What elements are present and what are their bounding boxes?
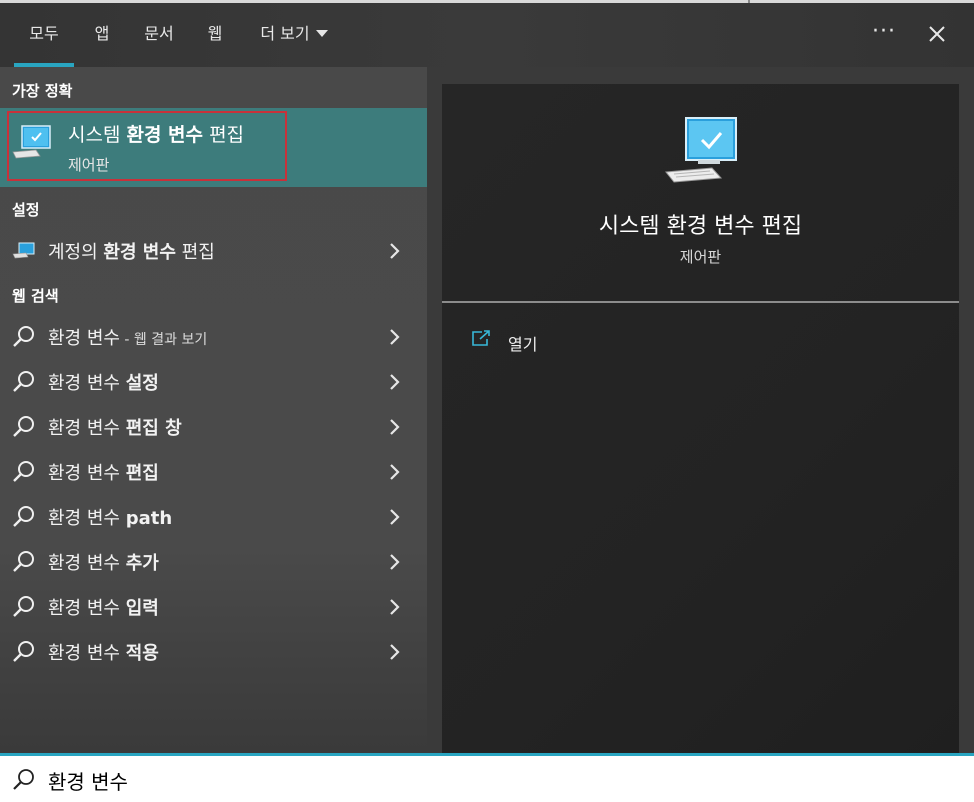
- search-icon: [12, 767, 36, 795]
- search-icon: [12, 370, 36, 396]
- results-panel: 가장 정확 시스템 환경 변수 편집 제어판 설정 계정의 환경 변수 편집 웹…: [0, 67, 427, 753]
- web-result-item[interactable]: 환경 변수 편집 창: [0, 404, 427, 448]
- chevron-right-icon: [388, 552, 402, 576]
- search-scope-tabs: 모두 앱 문서 웹 더 보기: [0, 3, 974, 67]
- settings-item-account-env[interactable]: 계정의 환경 변수 편집: [0, 228, 427, 272]
- tab-more-label: 더 보기: [260, 24, 310, 43]
- search-icon: [12, 325, 36, 351]
- best-match-item[interactable]: 시스템 환경 변수 편집 제어판: [0, 108, 427, 187]
- web-result-label: 환경 변수 설정: [48, 373, 159, 394]
- system-control-panel-icon: [12, 124, 52, 164]
- system-control-panel-icon: [664, 114, 740, 190]
- web-result-label: 환경 변수 - 웹 결과 보기: [48, 328, 208, 349]
- chevron-right-icon: [388, 507, 402, 531]
- control-panel-icon: [12, 239, 36, 265]
- chevron-right-icon: [388, 597, 402, 621]
- open-label: 열기: [508, 335, 538, 354]
- preview-title: 시스템 환경 변수 편집: [598, 214, 803, 239]
- web-result-label: 환경 변수 편집: [48, 463, 159, 484]
- web-result-item[interactable]: 환경 변수 적용: [0, 629, 427, 673]
- tab-all[interactable]: 모두: [14, 3, 74, 67]
- chevron-right-icon: [388, 462, 402, 486]
- chevron-right-icon: [388, 642, 402, 666]
- chevron-right-icon: [388, 327, 402, 351]
- search-icon: [12, 505, 36, 531]
- settings-header: 설정: [12, 201, 40, 219]
- search-icon: [12, 460, 36, 486]
- preview-subtitle: 제어판: [679, 248, 722, 266]
- search-icon: [12, 415, 36, 441]
- search-box: [0, 756, 974, 802]
- search-icon: [12, 550, 36, 576]
- settings-item-label: 계정의 환경 변수 편집: [48, 242, 215, 263]
- web-result-item[interactable]: 환경 변수 - 웹 결과 보기: [0, 314, 427, 358]
- best-match-subtitle: 제어판: [68, 156, 110, 174]
- web-result-item[interactable]: 환경 변수 입력: [0, 584, 427, 628]
- ellipsis-icon[interactable]: ···: [866, 3, 902, 67]
- web-search-header: 웹 검색: [12, 287, 59, 305]
- tab-web[interactable]: 웹: [198, 3, 232, 67]
- tab-documents[interactable]: 문서: [134, 3, 184, 67]
- web-result-label: 환경 변수 적용: [48, 643, 159, 664]
- web-result-item[interactable]: 환경 변수 추가: [0, 539, 427, 583]
- search-input[interactable]: [46, 760, 950, 800]
- tab-apps[interactable]: 앱: [84, 3, 120, 67]
- web-result-item[interactable]: 환경 변수 path: [0, 494, 427, 538]
- chevron-right-icon: [388, 372, 402, 396]
- chevron-down-icon: [315, 30, 328, 37]
- best-match-header: 가장 정확: [12, 82, 73, 100]
- web-result-label: 환경 변수 path: [48, 508, 173, 529]
- divider: [442, 301, 959, 303]
- chevron-right-icon: [388, 417, 402, 441]
- web-result-label: 환경 변수 입력: [48, 598, 159, 619]
- search-icon: [12, 595, 36, 621]
- open-external-icon: [470, 329, 492, 353]
- search-icon: [12, 640, 36, 666]
- preview-pane: 시스템 환경 변수 편집 제어판 열기: [442, 84, 959, 753]
- best-match-title: 시스템 환경 변수 편집: [68, 124, 245, 146]
- web-result-label: 환경 변수 편집 창: [48, 418, 182, 439]
- close-icon[interactable]: [920, 14, 954, 54]
- web-result-item[interactable]: 환경 변수 편집: [0, 449, 427, 493]
- preview-pane-container: 시스템 환경 변수 편집 제어판 열기: [427, 67, 974, 753]
- tab-more-dropdown[interactable]: 더 보기: [248, 3, 340, 67]
- web-result-item[interactable]: 환경 변수 설정: [0, 359, 427, 403]
- chevron-right-icon: [388, 241, 402, 265]
- web-result-label: 환경 변수 추가: [48, 553, 159, 574]
